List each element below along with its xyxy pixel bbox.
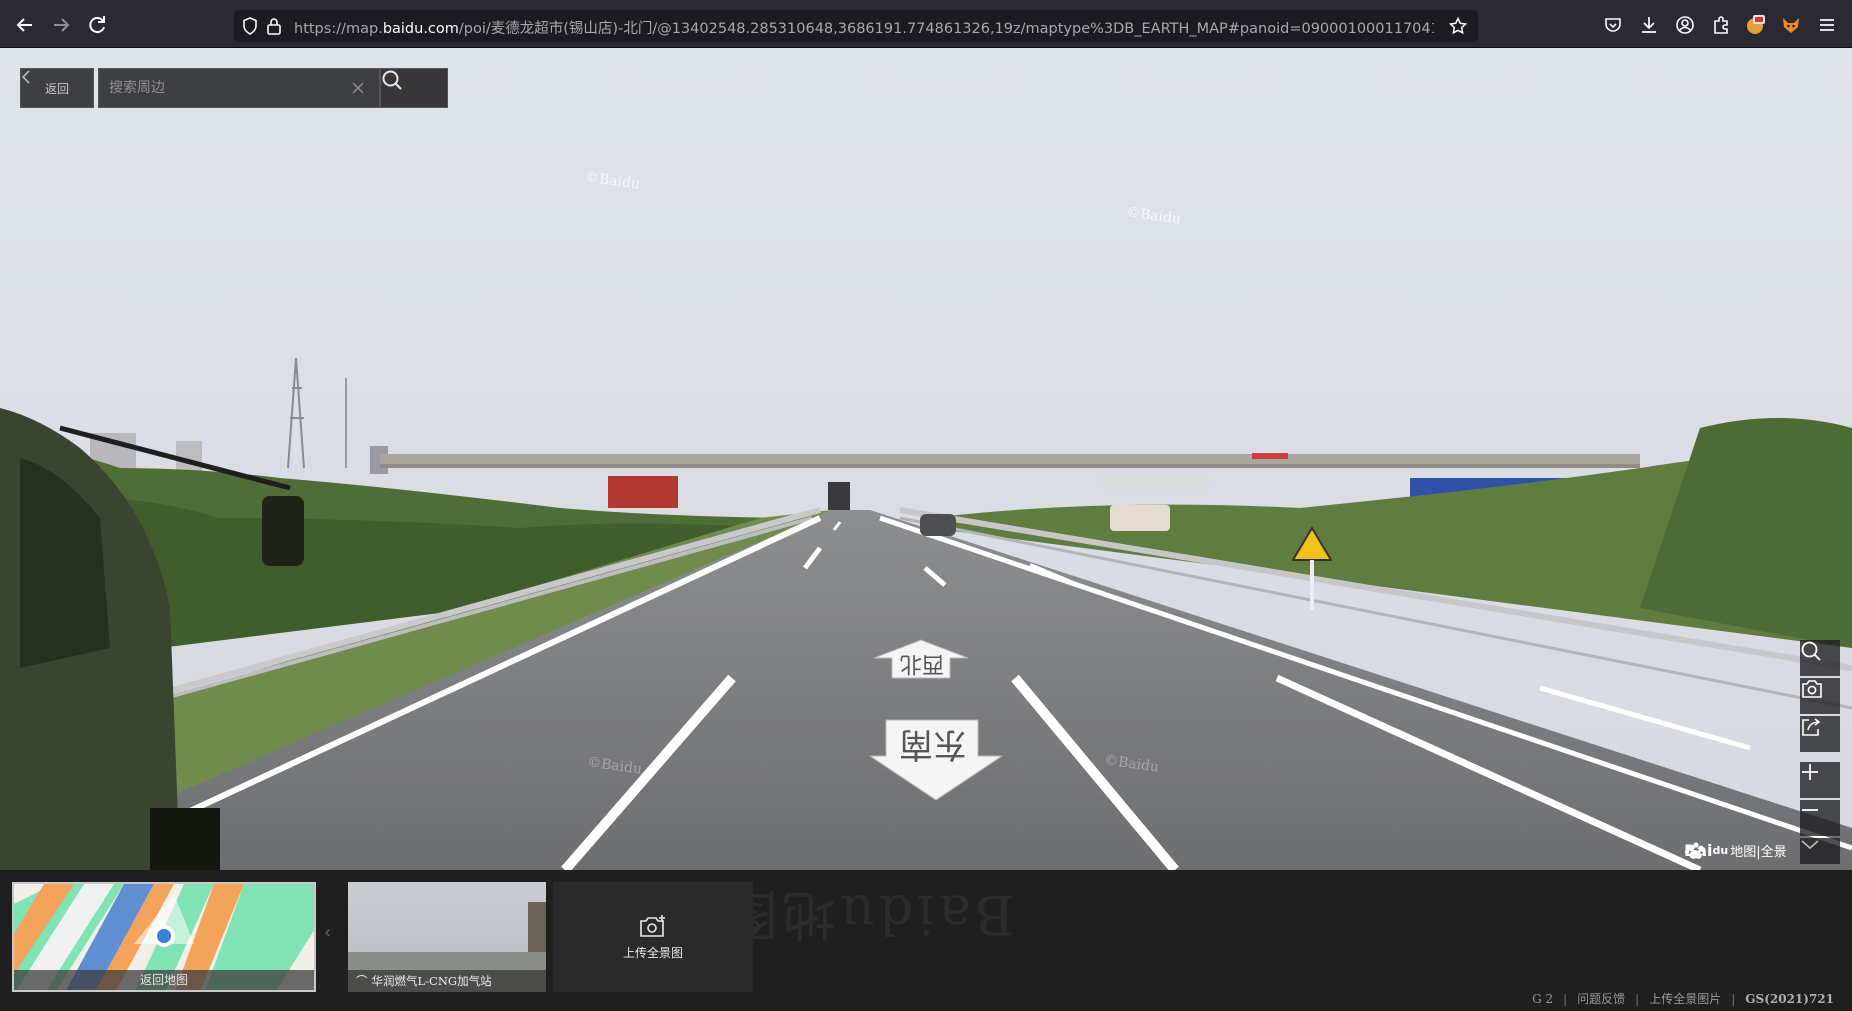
search-icon [1801,641,1821,661]
shield-icon[interactable] [240,16,262,38]
url-text[interactable]: https://map.baidu.com/poi/麦德龙超市(锡山店)-北门/… [294,17,1434,37]
feedback-link[interactable]: 问题反馈 [1577,990,1625,1007]
zoom-in-button[interactable] [1800,762,1840,798]
baidu-panorama-logo: Bai du 地图|全景 [1684,841,1787,860]
nav-arrow-forward-label: 西北 [900,651,945,676]
chevron-left-icon [21,70,30,84]
upload-panorama-label: 上传全景图 [622,945,683,960]
url-bar[interactable]: https://map.baidu.com/poi/麦德龙超市(锡山店)-北门/… [234,10,1478,42]
collapse-button[interactable] [1800,838,1840,864]
camera-icon [1802,680,1822,698]
nav-arrow-forward[interactable]: 西北 [872,638,970,680]
license-number: GS(2021)721 [1745,991,1834,1006]
chevron-down-icon [1801,840,1819,850]
addon-badge-icon[interactable] [1744,14,1766,36]
fox-extension-icon[interactable] [1780,14,1802,36]
lock-icon[interactable] [264,16,286,38]
camera-plus-icon [640,914,665,937]
forward-arrow-icon[interactable] [48,12,74,38]
download-icon[interactable] [1638,14,1660,36]
pocket-icon[interactable] [1602,14,1624,36]
search-button[interactable] [380,68,448,108]
footer-links: G 2 | 问题反馈 | 上传全景图片 | GS(2021)721 [1532,990,1834,1007]
minus-icon [1802,809,1818,811]
menu-hamburger-icon[interactable] [1816,14,1838,36]
clear-icon[interactable] [349,79,367,97]
back-button[interactable]: 返回 [20,68,94,108]
logo-text-suffix: du [1712,844,1729,857]
reload-icon[interactable] [84,12,110,38]
url-prefix: https://map. [294,21,383,37]
url-host: baidu.com [382,21,459,37]
thumbnail-label: ⌒ 华润燃气L-CNG加气站 [348,970,546,992]
zoom-out-button[interactable] [1800,800,1840,836]
logo-subtitle: 地图|全景 [1730,845,1787,860]
bottom-panel: Baidu地图 返回地图 ‹ ⌒ 华润燃气L-CNG加气站 上传全景图 G 2 … [0,870,1852,1011]
upload-panorama-link[interactable]: 上传全景图片 [1649,990,1721,1007]
extensions-icon[interactable] [1710,14,1732,36]
road-code: G 2 [1532,991,1554,1006]
plus-icon [1802,764,1818,780]
back-arrow-icon[interactable] [12,12,38,38]
red-truck [608,476,678,508]
minimap[interactable]: 返回地图 [12,882,316,992]
url-path: /poi/麦德龙超市(锡山店)-北门/@13402548.285310648,3… [458,21,1434,37]
minimap-label: 返回地图 [14,970,314,990]
bus [1110,505,1170,531]
search-icon [382,70,402,90]
search-box[interactable] [98,68,380,108]
share-button[interactable] [1800,716,1840,752]
nearby-panorama-thumbnail[interactable]: ⌒ 华润燃气L-CNG加气站 [348,882,546,992]
footer-separator: | [1635,991,1640,1006]
sedan [920,514,956,536]
nav-arrow-backward-label: 东南 [899,724,967,764]
overpass [380,454,1640,464]
upload-panorama-button[interactable]: 上传全景图 [553,882,753,992]
browser-toolbar: https://map.baidu.com/poi/麦德龙超市(锡山店)-北门/… [0,0,1852,48]
nav-arrow-backward[interactable]: 东南 [866,716,1004,802]
chevron-left-icon[interactable]: ‹ [324,922,331,943]
thumbnail-label-text: 华润燃气L-CNG加气站 [371,974,492,988]
footer-separator: | [1563,991,1568,1006]
account-icon[interactable] [1674,14,1696,36]
screenshot-button[interactable] [1800,678,1840,714]
street-view-panorama[interactable]: ©Baidu ©Baidu ©Baidu ©Baidu 西北 东南 返回 搜索周… [0,48,1852,870]
back-button-label: 返回 [44,81,69,96]
bookmark-star-icon[interactable] [1448,16,1470,38]
share-icon [1802,718,1821,736]
panorama-icon: ⌒ [356,974,368,988]
footer-separator: | [1731,991,1736,1006]
reflected-watermark: Baidu地图 [720,883,1015,946]
search-tool-button[interactable] [1800,640,1840,676]
search-input[interactable] [109,77,339,99]
dark-truck [828,482,850,510]
paw-icon [1684,842,1704,859]
